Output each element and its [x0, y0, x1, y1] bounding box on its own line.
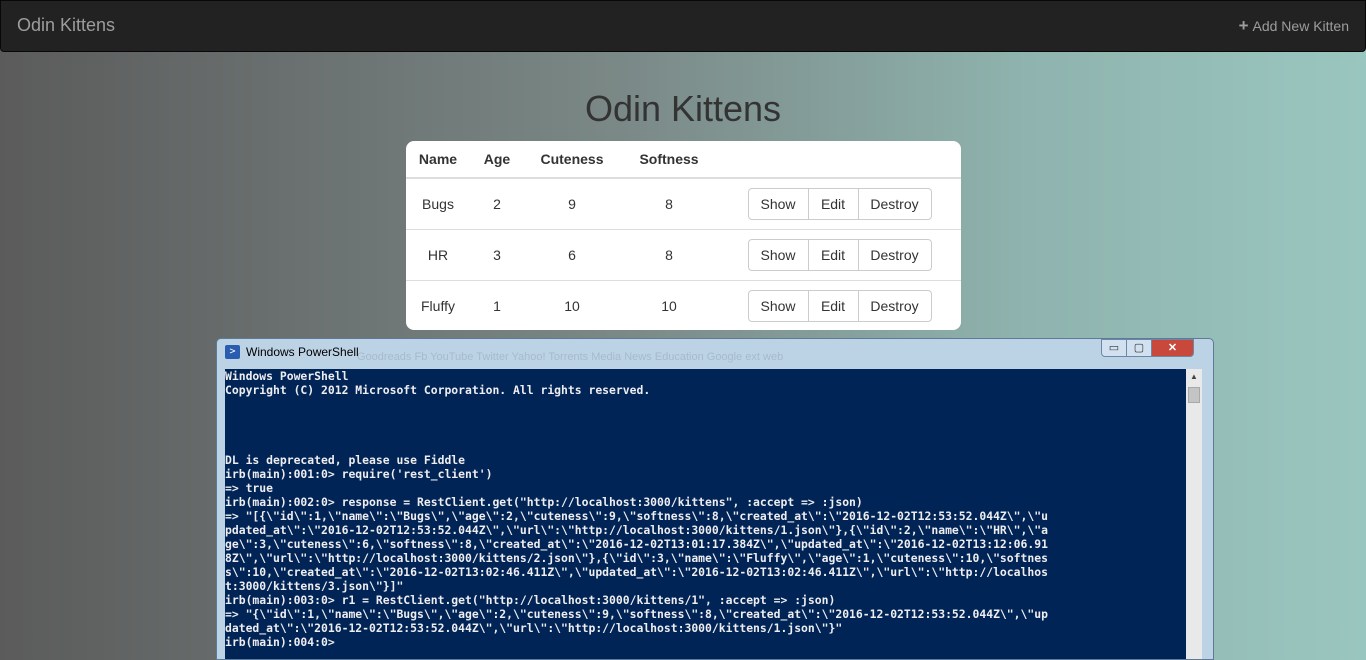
console-line: t:3000/kittens/3.json\"}]"	[225, 579, 404, 593]
cell-age: 1	[470, 280, 524, 330]
cell-actions: Show Edit Destroy	[718, 229, 961, 281]
console-line: => "{\"id\":1,\"name\":\"Bugs\",\"age\":…	[225, 607, 1048, 621]
console-line: dated_at\":\"2016-12-02T12:53:52.044Z\",…	[225, 621, 843, 635]
show-button[interactable]: Show	[747, 188, 809, 220]
table-header-row: Name Age Cuteness Softness	[406, 141, 961, 179]
table-row: Bugs 2 9 8 Show Edit Destroy	[406, 178, 961, 230]
destroy-button[interactable]: Destroy	[857, 188, 932, 220]
header-age: Age	[470, 141, 524, 179]
powershell-titlebar[interactable]: > Windows PowerShell	[225, 345, 359, 359]
console-line: => "[{\"id\":1,\"name\":\"Bugs\",\"age\"…	[225, 509, 1048, 523]
header-name: Name	[406, 141, 470, 179]
console-line: Windows PowerShell	[225, 369, 349, 383]
destroy-button[interactable]: Destroy	[857, 239, 932, 271]
close-button[interactable]: ✕	[1151, 339, 1194, 357]
header-cuteness: Cuteness	[524, 141, 620, 179]
console-line: irb(main):001:0> require('rest_client')	[225, 467, 493, 481]
cell-name: Fluffy	[406, 280, 470, 330]
edit-button[interactable]: Edit	[807, 290, 859, 322]
cell-age: 2	[493, 196, 501, 212]
powershell-icon: >	[225, 345, 240, 359]
kittens-table: Name Age Cuteness Softness Bugs 2 9 8 Sh…	[406, 141, 961, 330]
cell-cuteness: 10	[524, 280, 620, 330]
cell-name: HR	[406, 229, 470, 281]
console-line: pdated_at\":\"2016-12-02T12:53:52.044Z\"…	[225, 523, 1048, 537]
cell-softness: 8	[665, 196, 673, 212]
cell-actions: Show Edit Destroy	[718, 280, 961, 330]
powershell-title: Windows PowerShell	[246, 345, 359, 359]
cell-name: Bugs	[422, 196, 454, 212]
console-scrollbar[interactable]: ▲	[1186, 369, 1202, 659]
header-softness: Softness	[620, 141, 718, 179]
scroll-thumb[interactable]	[1188, 387, 1200, 403]
maximize-button[interactable]: ▢	[1126, 339, 1152, 357]
row-action-group: Show Edit Destroy	[747, 290, 932, 322]
plus-icon: +	[1238, 16, 1249, 35]
edit-button[interactable]: Edit	[807, 239, 859, 271]
cell-actions: Show Edit Destroy	[718, 178, 961, 230]
add-new-kitten-link[interactable]: + Add New Kitten	[1238, 16, 1350, 35]
console-line: ge\":3,\"cuteness\":6,\"softness\":8,\"c…	[225, 537, 1048, 551]
show-button[interactable]: Show	[747, 290, 809, 322]
row-action-group: Show Edit Destroy	[747, 188, 932, 220]
cell-softness: 10	[620, 280, 718, 330]
ghost-bookmarks-bar: Goodreads Fb YouTube Twitter Yahoo! Torr…	[357, 351, 784, 363]
console-line: irb(main):004:0>	[225, 635, 335, 649]
powershell-console[interactable]: Windows PowerShell Copyright (C) 2012 Mi…	[225, 369, 1186, 659]
console-line: irb(main):002:0> response = RestClient.g…	[225, 495, 863, 509]
top-navbar: Odin Kittens + Add New Kitten	[0, 0, 1366, 52]
show-button[interactable]: Show	[747, 239, 809, 271]
brand-link[interactable]: Odin Kittens	[17, 15, 115, 36]
header-actions	[718, 141, 961, 179]
console-line: s\":10,\"created_at\":\"2016-12-02T13:02…	[225, 565, 1048, 579]
cell-softness: 8	[620, 229, 718, 281]
add-new-kitten-label: Add New Kitten	[1252, 18, 1350, 34]
console-line: irb(main):003:0> r1 = RestClient.get("ht…	[225, 593, 836, 607]
cell-age: 3	[470, 229, 524, 281]
console-line: Copyright (C) 2012 Microsoft Corporation…	[225, 383, 651, 397]
row-action-group: Show Edit Destroy	[747, 239, 932, 271]
minimize-button[interactable]: ▭	[1101, 339, 1127, 357]
console-output: Windows PowerShell Copyright (C) 2012 Mi…	[225, 369, 1186, 649]
cell-cuteness: 9	[568, 196, 576, 212]
powershell-window[interactable]: > Windows PowerShell Goodreads Fb YouTub…	[216, 338, 1214, 660]
console-line: DL is deprecated, please use Fiddle	[225, 453, 466, 467]
table-row: HR 3 6 8 Show Edit Destroy	[406, 229, 961, 281]
page-title: Odin Kittens	[584, 88, 782, 129]
console-line: => true	[225, 481, 274, 495]
scroll-up-arrow-icon[interactable]: ▲	[1186, 369, 1202, 385]
cell-cuteness: 6	[524, 229, 620, 281]
destroy-button[interactable]: Destroy	[857, 290, 932, 322]
kittens-table-card: Name Age Cuteness Softness Bugs 2 9 8 Sh…	[406, 141, 961, 330]
console-line: 8Z\",\"url\":\"http://localhost:3000/kit…	[225, 551, 1048, 565]
table-row: Fluffy 1 10 10 Show Edit Destroy	[406, 280, 961, 330]
edit-button[interactable]: Edit	[807, 188, 859, 220]
